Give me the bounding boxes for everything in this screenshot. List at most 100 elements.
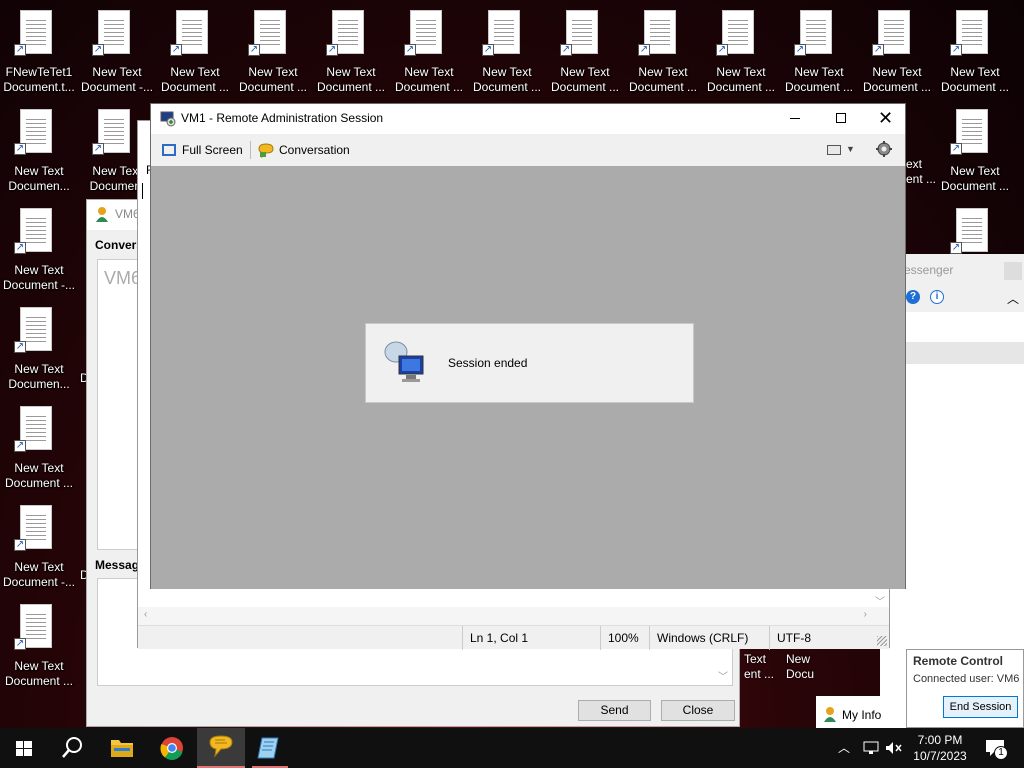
shortcut-arrow-icon: ↗	[560, 44, 572, 56]
partial-icon-label: New Docu	[786, 652, 815, 681]
desktop-icon-label: New Text Document ...	[940, 164, 1010, 193]
shortcut-arrow-icon: ↗	[248, 44, 260, 56]
maximize-button[interactable]	[818, 104, 864, 134]
my-info-button[interactable]: My Info	[816, 696, 906, 728]
info-icon[interactable]: i	[930, 290, 944, 304]
horizontal-scrollbar[interactable]: ‹ ›	[138, 607, 889, 625]
shortcut-arrow-icon: ↗	[638, 44, 650, 56]
conversation-label: Conversation	[279, 143, 350, 157]
desktop-icon[interactable]: ↗ New Text Documen...	[0, 109, 78, 203]
conversation-log-text: VM6	[104, 268, 142, 288]
desktop-icon[interactable]: ↗ New Text Document ...	[312, 10, 390, 104]
clock-date: 10/7/2023	[913, 749, 967, 763]
desktop-icon[interactable]: ↗ New Text Document -...	[0, 208, 78, 302]
shortcut-arrow-icon: ↗	[14, 638, 26, 650]
desktop-icon[interactable]: ↗ New Text Document ...	[0, 406, 78, 500]
shortcut-arrow-icon: ↗	[950, 143, 962, 155]
remote-session-app-icon	[160, 111, 176, 127]
desktop-icon-label: FNewTeTet1 Document.t...	[3, 65, 75, 94]
clock-time: 7:00 PM	[917, 733, 963, 747]
shortcut-arrow-icon: ↗	[482, 44, 494, 56]
desktop-icon[interactable]: ↗ New Text Document ...	[936, 109, 1014, 203]
scroll-right-icon[interactable]: ›	[864, 609, 867, 620]
tray-overflow-chevron-icon[interactable]: ︿	[838, 739, 854, 757]
desktop-icon[interactable]: ↗ New Text Document ...	[234, 10, 312, 104]
my-info-label: My Info	[842, 708, 882, 722]
network-icon[interactable]	[862, 740, 880, 756]
status-bar: Ln 1, Col 1 100% Windows (CRLF) UTF-8	[138, 625, 889, 650]
desktop-icon[interactable]: ↗ New Text Document -...	[78, 10, 156, 104]
shortcut-arrow-icon: ↗	[404, 44, 416, 56]
settings-button[interactable]	[875, 140, 893, 158]
desktop-icon[interactable]: ↗ New Text Document ...	[936, 10, 1014, 104]
start-button[interactable]	[0, 728, 48, 768]
clock[interactable]: 7:00 PM 10/7/2023	[908, 732, 972, 764]
desktop-icon[interactable]: ↗ New Text Document ...	[0, 604, 78, 698]
messenger-title: essenger	[904, 263, 954, 277]
display-dropdown[interactable]: ▼	[825, 142, 855, 160]
full-screen-button[interactable]: Full Screen	[157, 139, 245, 161]
remote-session-window[interactable]: VM1 - Remote Administration Session ✕ Fu…	[150, 103, 906, 589]
desktop-icon[interactable]: ↗ New Text Document ...	[858, 10, 936, 104]
end-session-button[interactable]: End Session	[943, 696, 1018, 718]
help-icon[interactable]: ?	[906, 290, 920, 304]
shortcut-arrow-icon: ↗	[326, 44, 338, 56]
shortcut-arrow-icon: ↗	[872, 44, 884, 56]
window-title: VM1 - Remote Administration Session	[181, 111, 384, 125]
desktop-icon[interactable]: ↗ New Text Document ...	[156, 10, 234, 104]
title-bar[interactable]: VM1 - Remote Administration Session ✕	[151, 104, 905, 134]
notepad-button[interactable]	[246, 728, 294, 768]
chrome-icon	[160, 737, 183, 760]
close-button[interactable]: ✕	[864, 104, 907, 134]
conversation-button[interactable]: Conversation	[254, 139, 354, 161]
zoom-level: 100%	[608, 631, 639, 645]
shortcut-arrow-icon: ↗	[14, 44, 26, 56]
desktop-icon[interactable]: ↗ New Text Document ...	[390, 10, 468, 104]
notification-count-badge: 1	[994, 746, 1008, 760]
shortcut-arrow-icon: ↗	[92, 44, 104, 56]
desktop-icon[interactable]: ↗ FNewTeTet1 Document.t...	[0, 10, 78, 104]
scroll-down-icon[interactable]: ﹀	[718, 668, 728, 683]
desktop-icon-label: New Text Document -...	[2, 263, 76, 292]
chrome-button[interactable]	[148, 728, 196, 768]
full-screen-icon	[162, 144, 176, 156]
partial-icon-label: ext ent ...	[906, 157, 937, 186]
session-ended-text: Session ended	[448, 356, 528, 370]
shortcut-arrow-icon: ↗	[14, 341, 26, 353]
desktop-icon[interactable]: ↗ New Text Document ...	[780, 10, 858, 104]
search-icon	[62, 737, 82, 758]
desktop-icon-label: New Text Document ...	[784, 65, 854, 94]
close-button[interactable]: Close	[661, 700, 735, 721]
taskbar: ︿ 7:00 PM 10/7/2023 1	[0, 728, 1024, 768]
shortcut-arrow-icon: ↗	[14, 242, 26, 254]
desktop-icon-label: New Text Document ...	[706, 65, 776, 94]
desktop-icon[interactable]: ↗ New Text Document ...	[702, 10, 780, 104]
chat-bubble-icon	[209, 735, 233, 758]
file-explorer-button[interactable]	[98, 728, 146, 768]
send-button[interactable]: Send	[578, 700, 651, 721]
desktop-icon[interactable]: ↗ New Text Document ...	[468, 10, 546, 104]
minimize-button[interactable]	[1004, 262, 1022, 280]
volume-muted-icon[interactable]	[884, 740, 904, 756]
minimize-button[interactable]	[772, 104, 818, 134]
conversation-app-button[interactable]	[197, 728, 245, 768]
collapse-chevron-icon[interactable]: ︿	[1007, 290, 1019, 307]
scroll-left-icon[interactable]: ‹	[144, 609, 147, 620]
close-icon: ✕	[877, 108, 894, 128]
desktop-icon-label: New Text Document ...	[316, 65, 386, 94]
remote-screen-area[interactable]: Session ended	[151, 166, 905, 589]
notification-center-button[interactable]: 1	[980, 736, 1010, 762]
shortcut-arrow-icon: ↗	[716, 44, 728, 56]
desktop-icon-label: New Text Documen...	[8, 362, 70, 391]
connected-user-text: Connected user: VM6	[913, 673, 1020, 685]
desktop-icon[interactable]: ↗ New Text Documen...	[0, 307, 78, 401]
desktop-icon[interactable]: ↗ New Text Document ...	[624, 10, 702, 104]
desktop-icon[interactable]: ↗	[936, 208, 1014, 256]
shortcut-arrow-icon: ↗	[14, 539, 26, 551]
shortcut-arrow-icon: ↗	[170, 44, 182, 56]
search-button[interactable]	[48, 728, 96, 768]
desktop-icon[interactable]: ↗ New Text Document -...	[0, 505, 78, 599]
resize-grip-icon[interactable]	[877, 636, 887, 646]
desktop-icon[interactable]: ↗ New Text Document ...	[546, 10, 624, 104]
scroll-down-icon[interactable]: ﹀	[875, 593, 885, 608]
